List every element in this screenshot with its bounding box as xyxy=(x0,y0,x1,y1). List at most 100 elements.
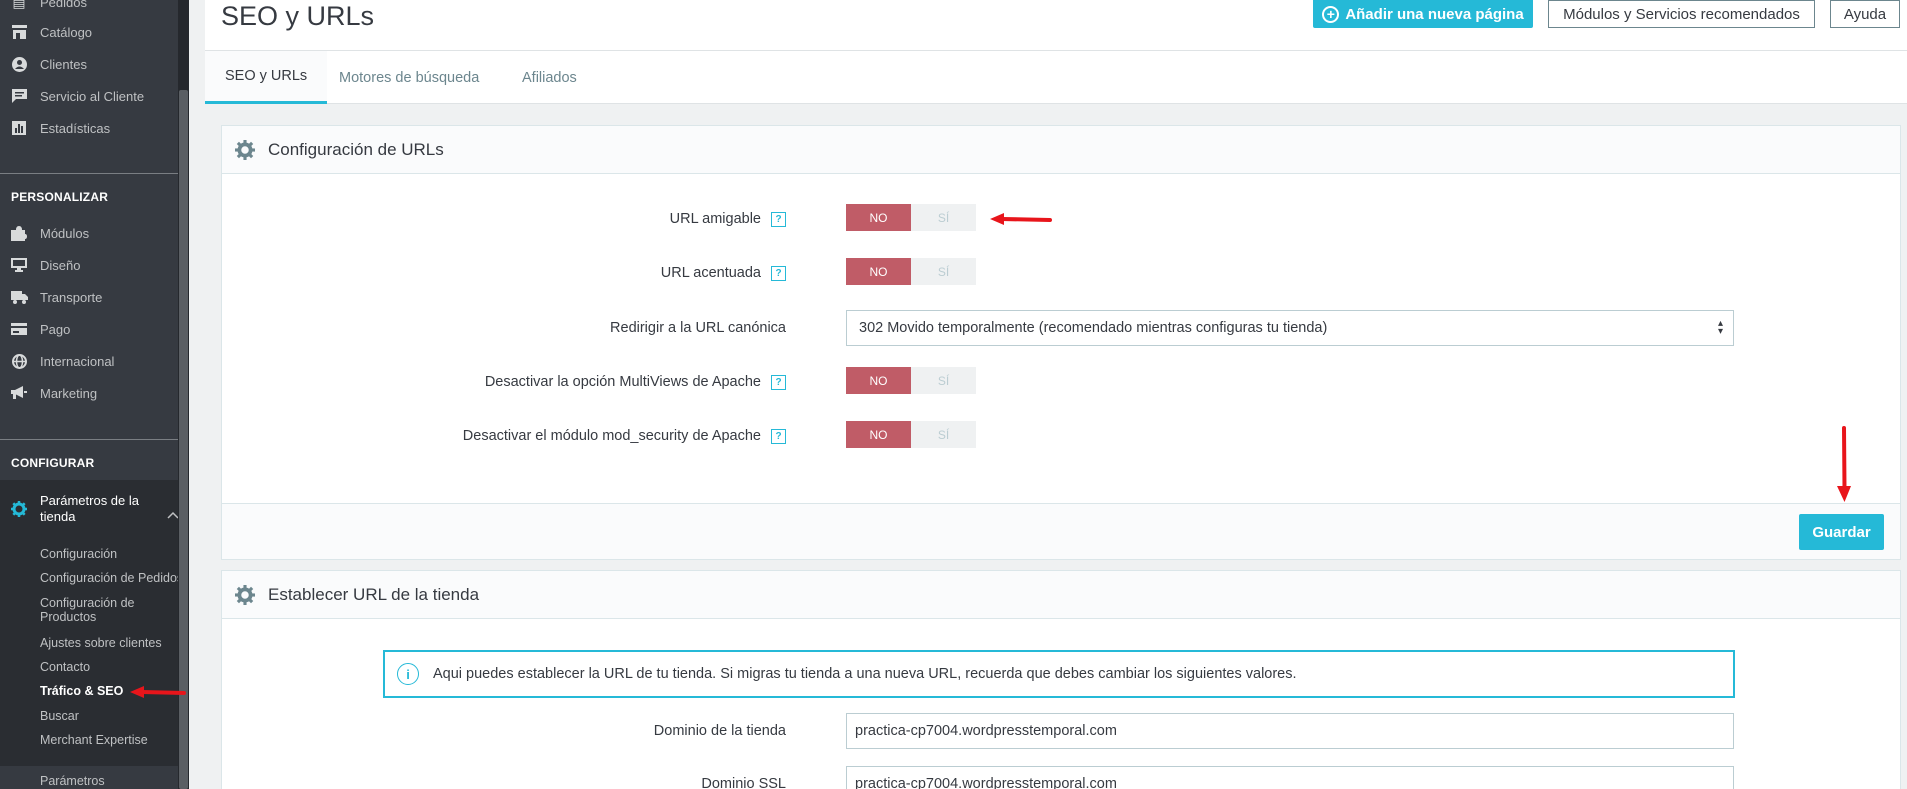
sidebar-item-label: Pedidos xyxy=(40,0,87,10)
field-label: Dominio de la tienda xyxy=(653,723,786,739)
tab-afiliados[interactable]: Afiliados xyxy=(522,51,577,104)
toggle-no[interactable]: NO xyxy=(846,204,911,231)
sidebar-item-label: Clientes xyxy=(40,56,87,72)
sidebar-item-transporte[interactable]: Transporte xyxy=(10,287,102,307)
sidebar-subitem-ajustes-clientes[interactable]: Ajustes sobre clientes xyxy=(40,636,189,650)
recommended-modules-button[interactable]: Módulos y Servicios recomendados xyxy=(1548,0,1815,28)
toggle-yes[interactable]: SÍ xyxy=(911,204,976,231)
toggle-no[interactable]: NO xyxy=(846,258,911,285)
field-label: Dominio SSL xyxy=(701,776,786,789)
toggle-yes[interactable]: SÍ xyxy=(911,421,976,448)
sidebar-subitem-contacto[interactable]: Contacto xyxy=(40,660,189,674)
chat-icon xyxy=(10,88,28,104)
multiviews-toggle[interactable]: NO SÍ xyxy=(846,367,976,394)
shop-domain-label: Dominio de la tienda xyxy=(654,723,786,739)
sidebar-item-pedidos[interactable]: ▤ Pedidos xyxy=(10,0,87,12)
sidebar-item-clientes[interactable]: Clientes xyxy=(10,54,87,74)
sidebar-item-label: Módulos xyxy=(40,225,90,241)
sidebar-item-internacional[interactable]: Internacional xyxy=(10,351,114,371)
megaphone-icon xyxy=(10,385,28,401)
help-button[interactable]: Ayuda xyxy=(1830,0,1900,28)
sidebar-item-diseno[interactable]: Diseño xyxy=(10,255,80,275)
ssl-domain-input[interactable]: practica-cp7004.wordpresstemporal.com xyxy=(846,766,1734,789)
field-label: URL acentuada xyxy=(660,265,761,281)
url-config-panel: Configuración de URLs URL amigable ? NO … xyxy=(221,125,1901,560)
help-icon[interactable]: ? xyxy=(771,265,786,281)
info-icon: i xyxy=(397,663,419,685)
tab-motores-busqueda[interactable]: Motores de búsqueda xyxy=(339,51,479,104)
sidebar: ▤ Pedidos Catálogo Clientes Servicio al … xyxy=(0,0,189,789)
sidebar-subitem-config-productos[interactable]: Configuración de Productos xyxy=(40,596,165,624)
panel-footer: Guardar xyxy=(222,503,1900,559)
sidebar-item-modulos[interactable]: Módulos xyxy=(10,223,89,243)
sidebar-item-parametros[interactable]: Parámetros xyxy=(40,774,189,788)
panel-heading: Establecer URL de la tienda xyxy=(222,571,1900,619)
panel-title: Establecer URL de la tienda xyxy=(268,584,480,604)
ssl-domain-label: Dominio SSL xyxy=(701,776,786,789)
annotation-arrow-left xyxy=(990,213,1052,225)
accented-url-toggle[interactable]: NO SÍ xyxy=(846,258,976,285)
sidebar-item-label: Transporte xyxy=(40,289,103,305)
sidebar-item-label: Servicio al Cliente xyxy=(40,88,145,104)
sidebar-item-servicio[interactable]: Servicio al Cliente xyxy=(10,86,144,106)
sidebar-item-marketing[interactable]: Marketing xyxy=(10,383,97,403)
field-label: Desactivar la opción MultiViews de Apach… xyxy=(484,374,761,390)
sidebar-subitem-configuracion[interactable]: Configuración xyxy=(40,547,189,561)
toggle-no[interactable]: NO xyxy=(846,367,911,394)
add-page-button[interactable]: + Añadir una nueva página xyxy=(1313,0,1533,28)
sidebar-item-label: Parámetros de la tienda xyxy=(40,493,139,524)
select-caret-icon: ▴ ▾ xyxy=(1717,318,1723,337)
sidebar-item-label: Estadísticas xyxy=(40,120,111,136)
help-icon[interactable]: ? xyxy=(771,428,786,444)
mod-security-toggle[interactable]: NO SÍ xyxy=(846,421,976,448)
desktop-icon xyxy=(10,257,28,273)
panel-title: Configuración de URLs xyxy=(268,139,444,159)
gear-icon xyxy=(234,584,256,606)
sidebar-divider xyxy=(0,439,189,440)
field-label: Desactivar el módulo mod_security de Apa… xyxy=(462,428,761,444)
toggle-yes[interactable]: SÍ xyxy=(911,367,976,394)
info-text: Aqui puedes establecer la URL de tu tien… xyxy=(433,666,1297,682)
toggle-yes[interactable]: SÍ xyxy=(911,258,976,285)
tab-seo-urls[interactable]: SEO y URLs xyxy=(205,51,328,104)
plus-circle-icon: + xyxy=(1322,5,1340,23)
sidebar-item-label: Pago xyxy=(40,321,71,337)
help-icon[interactable]: ? xyxy=(771,211,786,227)
sidebar-subitem-merchant[interactable]: Merchant Expertise xyxy=(40,733,189,747)
multiviews-label: Desactivar la opción MultiViews de Apach… xyxy=(485,374,786,390)
sidebar-scrollbar[interactable] xyxy=(178,0,189,789)
sidebar-divider xyxy=(0,173,189,174)
toggle-no[interactable]: NO xyxy=(846,421,911,448)
user-icon xyxy=(10,56,28,72)
save-button[interactable]: Guardar xyxy=(1799,514,1884,550)
add-page-label: Añadir una nueva página xyxy=(1345,5,1524,23)
canonical-redirect-label: Redirigir a la URL canónica xyxy=(610,320,786,336)
field-label: Redirigir a la URL canónica xyxy=(610,320,786,336)
annotation-arrow-down xyxy=(1837,426,1851,502)
sidebar-subitem-buscar[interactable]: Buscar xyxy=(40,709,189,723)
gear-icon xyxy=(10,501,28,517)
accented-url-label: URL acentuada ? xyxy=(661,265,786,281)
sidebar-item-parametros-tienda[interactable]: Parámetros de la tienda xyxy=(10,493,150,525)
sidebar-subitem-config-pedidos[interactable]: Configuración de Pedidos xyxy=(40,571,189,585)
inbox-icon: ▤ xyxy=(12,0,26,10)
friendly-url-toggle[interactable]: NO SÍ xyxy=(846,204,976,231)
globe-icon xyxy=(10,353,28,369)
sidebar-item-label: Diseño xyxy=(40,257,81,273)
shop-domain-input[interactable]: practica-cp7004.wordpresstemporal.com xyxy=(846,713,1734,749)
sidebar-item-estadisticas[interactable]: Estadísticas xyxy=(10,118,110,138)
friendly-url-label: URL amigable ? xyxy=(670,211,786,227)
canonical-redirect-select[interactable]: 302 Movido temporalmente (recomendado mi… xyxy=(846,310,1734,346)
info-alert: i Aqui puedes establecer la URL de tu ti… xyxy=(383,650,1735,698)
truck-icon xyxy=(10,289,28,305)
sidebar-item-pago[interactable]: Pago xyxy=(10,319,70,339)
field-label: URL amigable xyxy=(669,211,761,227)
shop-url-panel: Establecer URL de la tienda i Aqui puede… xyxy=(221,570,1901,789)
help-icon[interactable]: ? xyxy=(771,374,786,390)
select-value: 302 Movido temporalmente (recomendado mi… xyxy=(859,320,1328,336)
store-icon xyxy=(10,24,28,40)
sidebar-item-catalogo[interactable]: Catálogo xyxy=(10,22,92,42)
sidebar-item-label: Internacional xyxy=(40,353,115,369)
sidebar-section-configurar: CONFIGURAR xyxy=(11,456,95,470)
panel-heading: Configuración de URLs xyxy=(222,126,1900,174)
